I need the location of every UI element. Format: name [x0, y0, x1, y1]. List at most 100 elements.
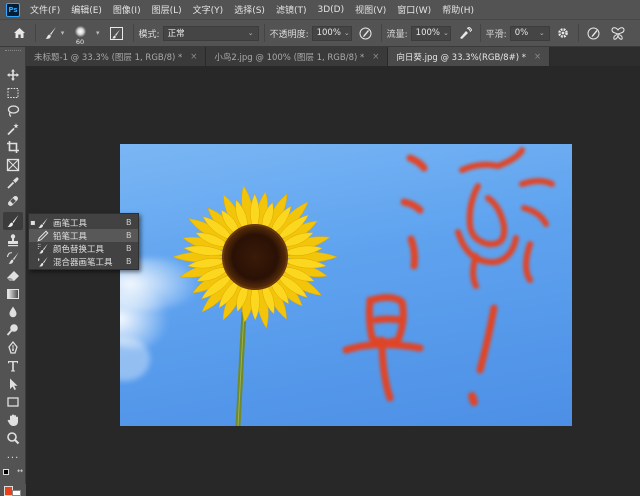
healing-brush-tool[interactable]	[3, 192, 23, 210]
tab-bird2[interactable]: 小鸟2.jpg @ 100% (图层 1, RGB/8) * ×	[206, 47, 389, 66]
tab-untitled-1[interactable]: 未标题-1 @ 33.3% (图层 1, RGB/8) * ×	[26, 47, 207, 66]
document-image[interactable]	[120, 144, 572, 426]
chevron-down-icon[interactable]: ▾	[96, 29, 100, 37]
dodge-tool[interactable]	[3, 321, 23, 339]
menu-select[interactable]: 选择(S)	[234, 3, 265, 16]
chevron-down-icon: ⌄	[247, 29, 254, 37]
marquee-tool[interactable]	[3, 84, 23, 102]
tool-preset-picker[interactable]: ▾	[41, 23, 67, 43]
type-tool[interactable]	[3, 357, 23, 375]
smoothing-input[interactable]: 0% ⌄	[509, 25, 550, 41]
symmetry-button[interactable]	[608, 23, 628, 43]
flyout-item-label: 混合器画笔工具	[53, 257, 113, 268]
brush-tool[interactable]	[3, 212, 23, 230]
frame-tool[interactable]	[3, 156, 23, 174]
flyout-item-label: 颜色替换工具	[53, 244, 105, 255]
close-icon[interactable]: ×	[190, 52, 197, 62]
menu-3d[interactable]: 3D(D)	[317, 5, 344, 15]
menu-help[interactable]: 帮助(H)	[442, 3, 474, 16]
pressure-size-button[interactable]	[584, 23, 604, 43]
hand-tool[interactable]	[3, 411, 23, 429]
move-tool[interactable]	[3, 66, 23, 84]
tab-label: 小鸟2.jpg @ 100% (图层 1, RGB/8) *	[214, 52, 365, 63]
close-icon[interactable]: ×	[534, 52, 541, 62]
menu-filter[interactable]: 滤镜(T)	[276, 3, 307, 16]
flyout-item-pencil-tool[interactable]: 铅笔工具 B	[29, 229, 138, 242]
flyout-item-label: 铅笔工具	[53, 231, 88, 242]
sunflower-photo	[120, 147, 555, 426]
edit-toolbar-button[interactable]: ···	[3, 449, 23, 467]
smoothing-label: 平滑:	[485, 29, 507, 40]
flyout-item-label: 画笔工具	[53, 218, 88, 229]
brush-settings-toggle[interactable]	[106, 23, 128, 43]
mode-label: 模式:	[138, 29, 160, 40]
menu-type[interactable]: 文字(Y)	[193, 3, 224, 16]
separator	[577, 24, 579, 42]
rectangular-marquee-icon	[7, 88, 19, 98]
lasso-tool[interactable]	[3, 102, 23, 120]
tab-sunflower[interactable]: 向日葵.jpg @ 33.3%(RGB/8#) * ×	[388, 47, 551, 66]
magnifier-icon	[7, 432, 20, 445]
gradient-tool[interactable]	[3, 285, 23, 303]
pressure-opacity-button[interactable]	[356, 23, 376, 43]
separator	[263, 24, 265, 42]
flow-input[interactable]: 100% ⌄	[410, 25, 451, 41]
history-brush-tool[interactable]	[3, 249, 23, 267]
blend-mode-select[interactable]: 正常 ⌄	[162, 25, 259, 41]
menu-bar: Ps 文件(F) 编辑(E) 图像(I) 图层(L) 文字(Y) 选择(S) 滤…	[0, 0, 640, 19]
flow-label: 流量:	[386, 29, 408, 40]
pencil-icon	[37, 230, 49, 242]
default-colors-icon[interactable]	[3, 469, 9, 475]
home-icon	[13, 28, 25, 38]
butterfly-icon	[611, 26, 625, 40]
eyedropper-tool[interactable]	[3, 174, 23, 192]
quick-select-tool[interactable]	[3, 120, 23, 138]
flyout-item-color-replacement-tool[interactable]: 颜色替换工具 B	[29, 242, 138, 255]
flow-value: 100%	[415, 28, 440, 38]
smoothing-options-button[interactable]	[553, 23, 573, 43]
blur-tool[interactable]	[3, 303, 23, 321]
eyedropper-icon	[7, 177, 19, 189]
menu-window[interactable]: 窗口(W)	[397, 3, 431, 16]
airbrush-button[interactable]	[455, 23, 475, 43]
swap-colors-icon[interactable]: ↔	[17, 467, 23, 475]
menu-file[interactable]: 文件(F)	[30, 3, 60, 16]
flyout-item-mixer-brush-tool[interactable]: 混合器画笔工具 B	[29, 255, 138, 268]
shortcut-key: B	[126, 231, 132, 240]
menu-edit[interactable]: 编辑(E)	[71, 3, 102, 16]
opacity-input[interactable]: 100% ⌄	[311, 25, 352, 41]
photoshop-logo-icon[interactable]: Ps	[6, 2, 20, 17]
lasso-icon	[7, 105, 20, 118]
brush-icon	[7, 215, 19, 227]
menu-view[interactable]: 视图(V)	[355, 3, 386, 16]
toolbar-grip[interactable]	[5, 50, 21, 53]
close-icon[interactable]: ×	[372, 52, 379, 62]
eraser-tool[interactable]	[3, 267, 23, 285]
magic-wand-icon	[7, 123, 19, 136]
arrow-cursor-icon	[10, 378, 18, 390]
crop-tool[interactable]	[3, 138, 23, 156]
gear-icon	[557, 28, 568, 38]
soft-brush-tip-icon	[74, 25, 86, 37]
color-replace-icon	[37, 243, 48, 254]
menu-image[interactable]: 图像(I)	[113, 3, 141, 16]
menu-layer[interactable]: 图层(L)	[152, 3, 182, 16]
rectangle-shape-icon	[7, 397, 19, 407]
eraser-icon	[7, 271, 19, 281]
brush-preset-picker[interactable]: 60	[67, 23, 93, 46]
stamp-icon	[8, 234, 18, 247]
gradient-icon	[7, 289, 19, 299]
chevron-down-icon: ⌄	[442, 29, 449, 37]
pen-nib-icon	[8, 341, 18, 354]
pen-tool[interactable]	[3, 339, 23, 357]
type-t-icon	[8, 361, 18, 372]
clone-stamp-tool[interactable]	[3, 231, 23, 249]
shape-tool[interactable]	[3, 393, 23, 411]
path-selection-tool[interactable]	[3, 375, 23, 393]
flyout-item-brush-tool[interactable]: ▪ 画笔工具 B	[29, 216, 138, 229]
chevron-down-icon: ⌄	[343, 29, 350, 37]
background-color-swatch[interactable]	[12, 490, 21, 496]
zoom-tool[interactable]	[3, 429, 23, 447]
home-button[interactable]	[8, 23, 30, 43]
move-icon	[7, 69, 19, 81]
